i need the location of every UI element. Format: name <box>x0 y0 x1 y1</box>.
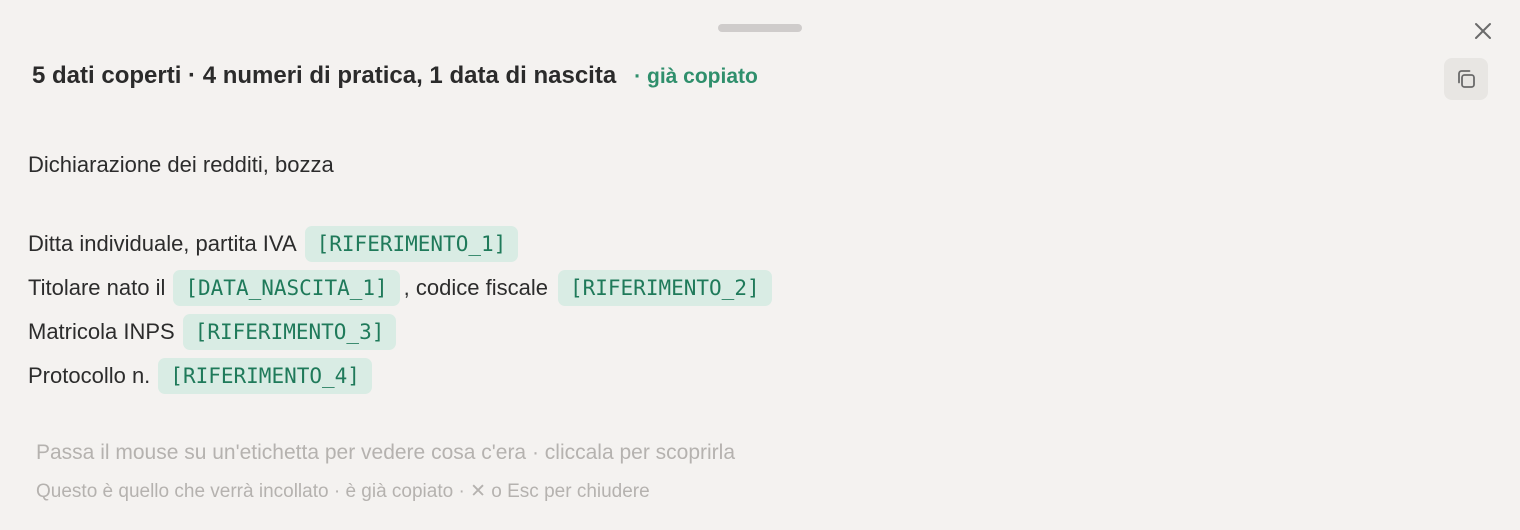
line-text: Ditta individuale, partita IVA <box>28 231 297 256</box>
document-title: Dichiarazione dei redditi, bozza <box>28 152 334 177</box>
line-text: Matricola INPS <box>28 319 175 344</box>
redaction-tag[interactable]: [RIFERIMENTO_2] <box>557 270 772 306</box>
close-icon <box>1475 23 1491 39</box>
header-title: 5 dati coperti · 4 numeri di pratica, 1 … <box>32 62 617 89</box>
copy-button[interactable] <box>1444 58 1488 100</box>
document-line: Matricola INPS [RIFERIMENTO_3] <box>28 310 772 354</box>
drag-handle[interactable] <box>718 24 802 32</box>
close-button[interactable] <box>1468 16 1498 46</box>
redaction-tag[interactable]: [DATA_NASCITA_1] <box>173 270 400 306</box>
document-line: Titolare nato il [DATA_NASCITA_1] , codi… <box>28 266 772 310</box>
header: 5 dati coperti · 4 numeri di pratica, 1 … <box>32 62 758 90</box>
hint-text: Questo è quello che verrà incollato · è … <box>36 481 650 502</box>
line-text: Titolare nato il <box>28 275 166 300</box>
hint-text: Passa il mouse su un'etichetta per veder… <box>36 441 736 464</box>
document-line: Ditta individuale, partita IVA [RIFERIME… <box>28 222 772 266</box>
redaction-tag[interactable]: [RIFERIMENTO_3] <box>182 314 397 350</box>
copy-icon <box>1458 70 1475 88</box>
line-text: , codice fiscale <box>403 275 548 300</box>
document-line: Protocollo n. [RIFERIMENTO_4] <box>28 354 772 398</box>
copied-status: · già copiato <box>634 65 758 88</box>
redaction-tag[interactable]: [RIFERIMENTO_4] <box>158 358 372 394</box>
line-text: Protocollo n. <box>28 363 151 388</box>
redacted-document: Dichiarazione dei redditi, bozza Ditta i… <box>28 150 772 398</box>
redaction-tag[interactable]: [RIFERIMENTO_1] <box>304 226 519 262</box>
